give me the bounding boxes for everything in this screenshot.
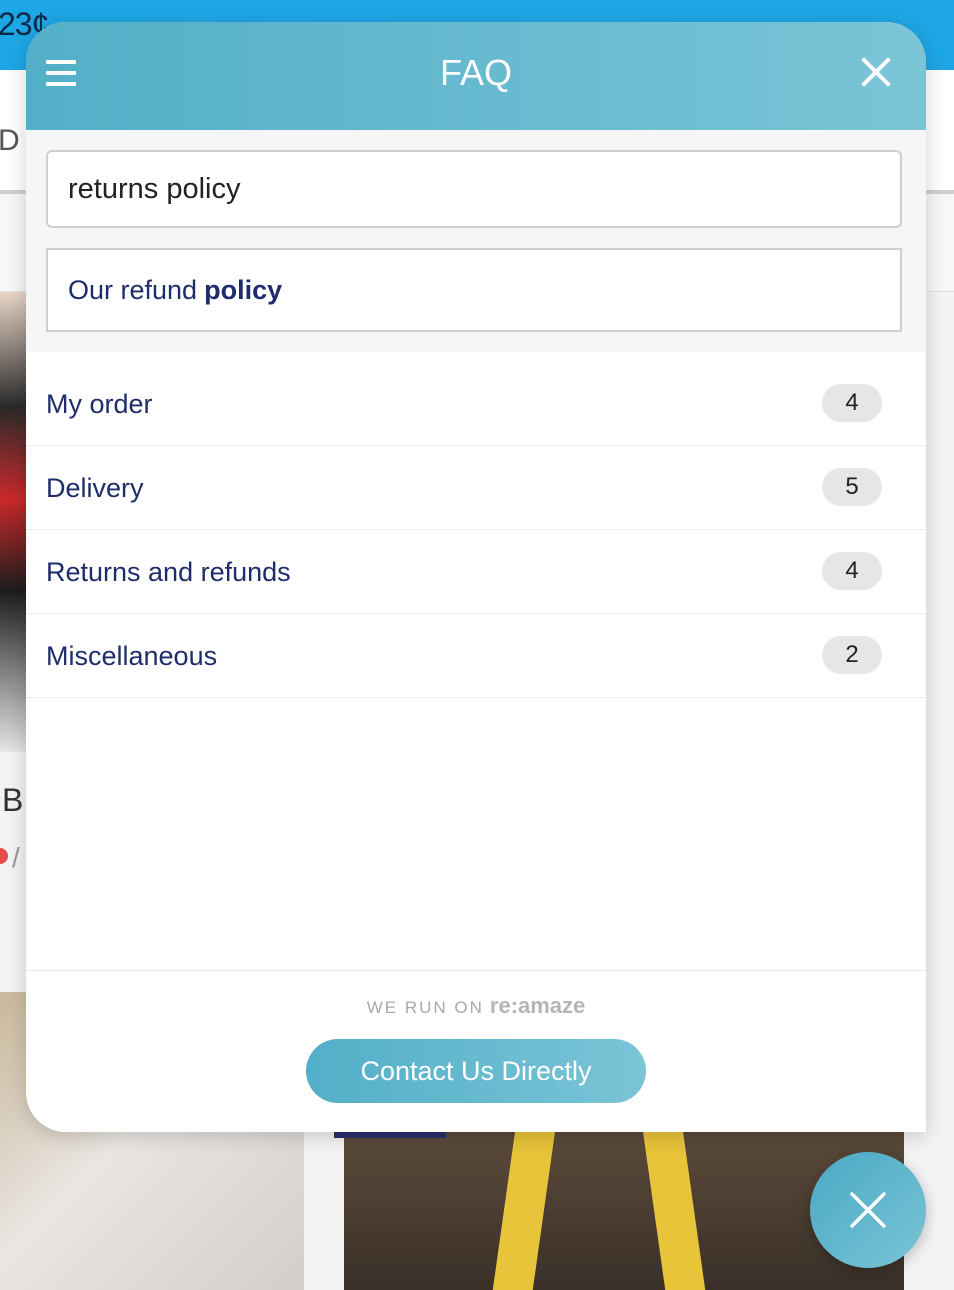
product-title-fragment: B: [2, 782, 24, 818]
rating-dot: [0, 848, 8, 864]
category-list: My order 4 Delivery 5 Returns and refund…: [26, 362, 926, 698]
category-item-returns-and-refunds[interactable]: Returns and refunds 4: [26, 530, 926, 614]
contact-us-button[interactable]: Contact Us Directly: [306, 1039, 646, 1103]
page-nav-text: D: [0, 124, 20, 157]
category-count-badge: 2: [822, 636, 882, 674]
category-count-badge: 4: [822, 384, 882, 422]
search-suggestion[interactable]: Our refund policy: [46, 248, 902, 332]
category-count-badge: 5: [822, 468, 882, 506]
close-icon[interactable]: [856, 52, 896, 92]
widget-launcher-button[interactable]: [810, 1152, 926, 1268]
faq-footer: WE RUN ON re:amaze Contact Us Directly: [26, 970, 926, 1132]
search-input[interactable]: [46, 150, 902, 228]
suggestion-highlight: policy: [204, 274, 283, 305]
faq-header: FAQ: [26, 22, 926, 130]
category-label: Delivery: [46, 473, 144, 503]
category-item-delivery[interactable]: Delivery 5: [26, 446, 926, 530]
category-item-miscellaneous[interactable]: Miscellaneous 2: [26, 614, 926, 698]
faq-title: FAQ: [439, 52, 513, 93]
search-area: Our refund policy: [26, 130, 926, 352]
product-meta-fragment: /: [12, 842, 20, 873]
close-icon: [850, 1192, 886, 1228]
powered-by-text: WE RUN ON: [366, 998, 484, 1017]
category-label: Miscellaneous: [46, 641, 218, 671]
faq-widget: FAQ Our refund policy My order 4 Deliver…: [26, 22, 926, 1132]
brand-logo[interactable]: re:amaze: [490, 993, 585, 1018]
category-label: Returns and refunds: [46, 557, 291, 587]
suggestion-text: Our refund: [68, 274, 198, 305]
powered-by: WE RUN ON re:amaze: [26, 993, 926, 1019]
category-item-my-order[interactable]: My order 4: [26, 362, 926, 446]
category-count-badge: 4: [822, 552, 882, 590]
category-label: My order: [46, 389, 153, 419]
